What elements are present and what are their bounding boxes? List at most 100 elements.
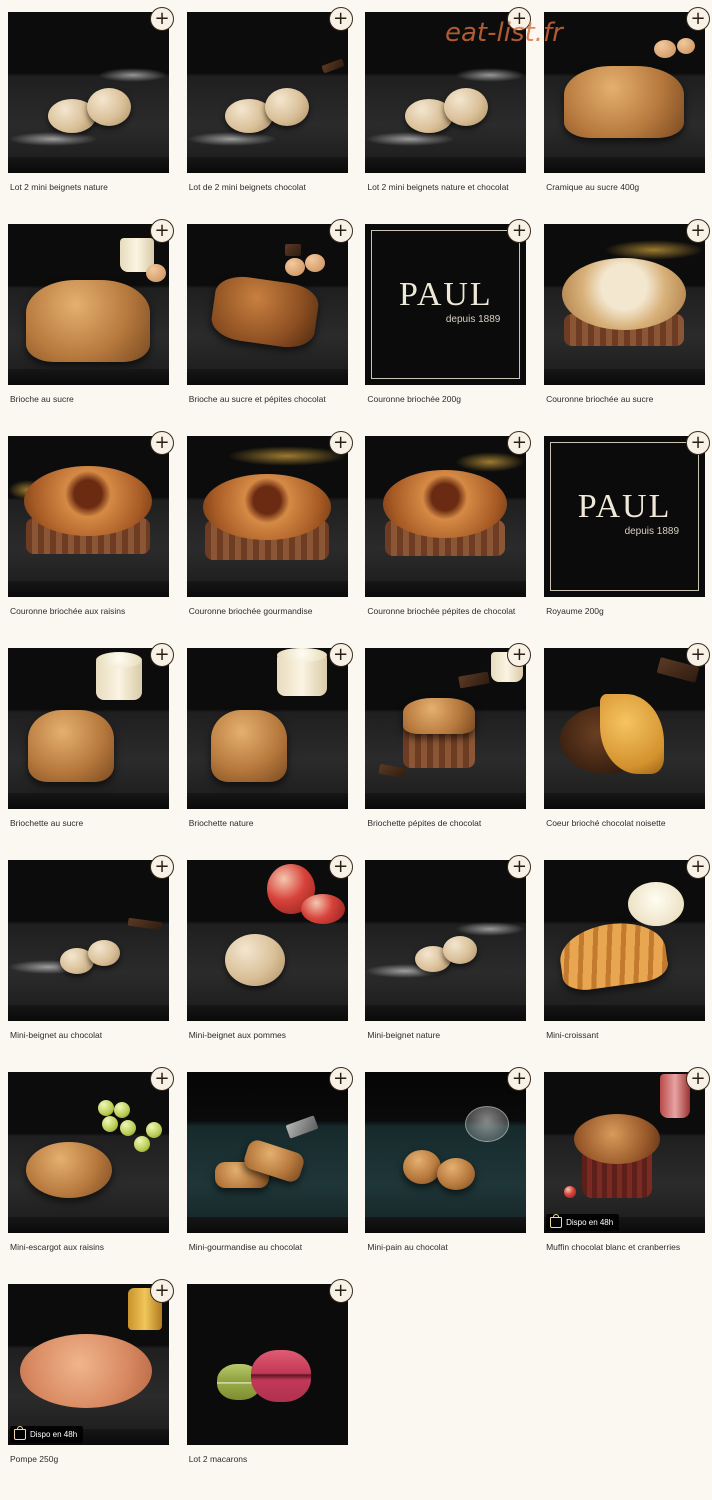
product-name[interactable]: Royaume 200g (546, 606, 604, 616)
add-to-cart-button[interactable]: + (507, 855, 532, 879)
product-card[interactable]: Dispo en 48h + Pompe 250g (8, 1279, 174, 1496)
add-to-cart-button[interactable]: + (686, 855, 711, 879)
product-card[interactable]: + Cramique au sucre 400g (544, 7, 711, 224)
product-image[interactable] (186, 648, 348, 809)
product-card[interactable]: + Lot de 2 mini beignets chocolat (186, 7, 353, 224)
add-to-cart-button[interactable]: + (150, 855, 174, 879)
add-to-cart-button[interactable]: + (686, 1067, 711, 1091)
product-image[interactable] (544, 648, 706, 809)
product-image[interactable] (8, 648, 169, 809)
product-card[interactable]: + Coeur brioché chocolat noisette (544, 643, 711, 860)
add-to-cart-button[interactable]: + (686, 431, 711, 455)
product-card[interactable]: PAUL depuis 1889 + Couronne briochée 200… (365, 219, 532, 436)
product-image[interactable] (186, 224, 348, 385)
product-name[interactable]: Mini-gourmandise au chocolat (189, 1242, 302, 1252)
add-to-cart-button[interactable]: + (150, 1279, 174, 1303)
add-to-cart-button[interactable]: + (507, 219, 532, 243)
product-name[interactable]: Pompe 250g (10, 1454, 58, 1464)
product-card[interactable]: + Couronne briochée aux raisins (8, 431, 174, 648)
product-image[interactable] (8, 12, 169, 173)
product-name[interactable]: Couronne briochée au sucre (546, 394, 653, 404)
product-name[interactable]: Mini-beignet aux pommes (189, 1030, 286, 1040)
product-card[interactable]: + Briochette nature (186, 643, 353, 860)
product-card[interactable]: Dispo en 48h + Muffin chocolat blanc et … (544, 1067, 711, 1284)
product-image[interactable] (365, 648, 527, 809)
product-card[interactable]: + Briochette au sucre (8, 643, 174, 860)
product-image[interactable] (8, 1072, 169, 1233)
product-image[interactable] (365, 1072, 527, 1233)
product-image[interactable] (365, 436, 527, 597)
product-image[interactable] (8, 436, 169, 597)
add-to-cart-button[interactable]: + (150, 1067, 174, 1091)
add-to-cart-button[interactable]: + (150, 643, 174, 667)
product-name[interactable]: Coeur brioché chocolat noisette (546, 818, 666, 828)
product-name[interactable]: Couronne briochée 200g (367, 394, 461, 404)
add-to-cart-button[interactable]: + (686, 219, 711, 243)
product-name[interactable]: Lot 2 mini beignets nature (10, 182, 108, 192)
product-card[interactable]: + Mini-beignet au chocolat (8, 855, 174, 1072)
add-to-cart-button[interactable]: + (150, 7, 174, 31)
product-name[interactable]: Couronne briochée aux raisins (10, 606, 125, 616)
add-to-cart-button[interactable]: + (507, 431, 532, 455)
product-card[interactable]: + Couronne briochée gourmandise (186, 431, 353, 648)
product-name[interactable]: Brioche au sucre et pépites chocolat (189, 394, 326, 404)
product-card[interactable]: + Brioche au sucre (8, 219, 174, 436)
add-to-cart-button[interactable]: + (686, 643, 711, 667)
product-name[interactable]: Lot 2 macarons (189, 1454, 248, 1464)
product-image[interactable] (186, 1072, 348, 1233)
product-name[interactable]: Cramique au sucre 400g (546, 182, 639, 192)
add-to-cart-button[interactable]: + (328, 1067, 353, 1091)
add-to-cart-button[interactable]: + (328, 7, 353, 31)
product-card[interactable]: + Couronne briochée au sucre (544, 219, 711, 436)
product-image[interactable] (544, 12, 706, 173)
product-image[interactable] (365, 12, 527, 173)
product-image[interactable] (365, 860, 527, 1021)
product-image[interactable] (186, 12, 348, 173)
product-card[interactable]: + Mini-beignet aux pommes (186, 855, 353, 1072)
add-to-cart-button[interactable]: + (328, 643, 353, 667)
product-name[interactable]: Briochette pépites de chocolat (367, 818, 481, 828)
product-card[interactable]: PAUL depuis 1889 + Royaume 200g (544, 431, 711, 648)
product-card[interactable]: + Lot 2 mini beignets nature et chocolat (365, 7, 532, 224)
product-image[interactable]: PAUL depuis 1889 (365, 224, 527, 385)
product-image[interactable] (544, 860, 706, 1021)
product-card[interactable]: + Lot 2 mini beignets nature (8, 7, 174, 224)
product-name[interactable]: Muffin chocolat blanc et cranberries (546, 1242, 680, 1252)
add-to-cart-button[interactable]: + (328, 855, 353, 879)
add-to-cart-button[interactable]: + (507, 7, 532, 31)
product-name[interactable]: Couronne briochée pépites de chocolat (367, 606, 515, 616)
product-name[interactable]: Mini-beignet au chocolat (10, 1030, 102, 1040)
product-name[interactable]: Lot 2 mini beignets nature et chocolat (367, 182, 508, 192)
add-to-cart-button[interactable]: + (328, 219, 353, 243)
product-image[interactable] (186, 436, 348, 597)
product-name[interactable]: Mini-pain au chocolat (367, 1242, 447, 1252)
product-card[interactable]: + Mini-pain au chocolat (365, 1067, 532, 1284)
product-name[interactable]: Briochette au sucre (10, 818, 83, 828)
product-image[interactable] (8, 224, 169, 385)
product-card[interactable]: + Lot 2 macarons (186, 1279, 353, 1496)
product-card[interactable]: + Mini-escargot aux raisins (8, 1067, 174, 1284)
product-name[interactable]: Mini-beignet nature (367, 1030, 440, 1040)
product-image[interactable] (186, 1284, 348, 1445)
product-card[interactable]: + Mini-beignet nature (365, 855, 532, 1072)
product-image[interactable] (8, 860, 169, 1021)
product-name[interactable]: Couronne briochée gourmandise (189, 606, 313, 616)
product-name[interactable]: Lot de 2 mini beignets chocolat (189, 182, 306, 192)
product-name[interactable]: Mini-croissant (546, 1030, 598, 1040)
product-card[interactable]: + Couronne briochée pépites de chocolat (365, 431, 532, 648)
product-card[interactable]: + Mini-gourmandise au chocolat (186, 1067, 353, 1284)
product-image[interactable]: Dispo en 48h (544, 1072, 706, 1233)
add-to-cart-button[interactable]: + (150, 431, 174, 455)
product-name[interactable]: Brioche au sucre (10, 394, 74, 404)
add-to-cart-button[interactable]: + (507, 643, 532, 667)
product-name[interactable]: Mini-escargot aux raisins (10, 1242, 104, 1252)
add-to-cart-button[interactable]: + (328, 431, 353, 455)
product-name[interactable]: Briochette nature (189, 818, 254, 828)
add-to-cart-button[interactable]: + (150, 219, 174, 243)
add-to-cart-button[interactable]: + (507, 1067, 532, 1091)
product-card[interactable]: + Mini-croissant (544, 855, 711, 1072)
product-image[interactable]: PAUL depuis 1889 (544, 436, 706, 597)
product-image[interactable] (186, 860, 348, 1021)
add-to-cart-button[interactable]: + (686, 7, 711, 31)
product-card[interactable]: + Brioche au sucre et pépites chocolat (186, 219, 353, 436)
